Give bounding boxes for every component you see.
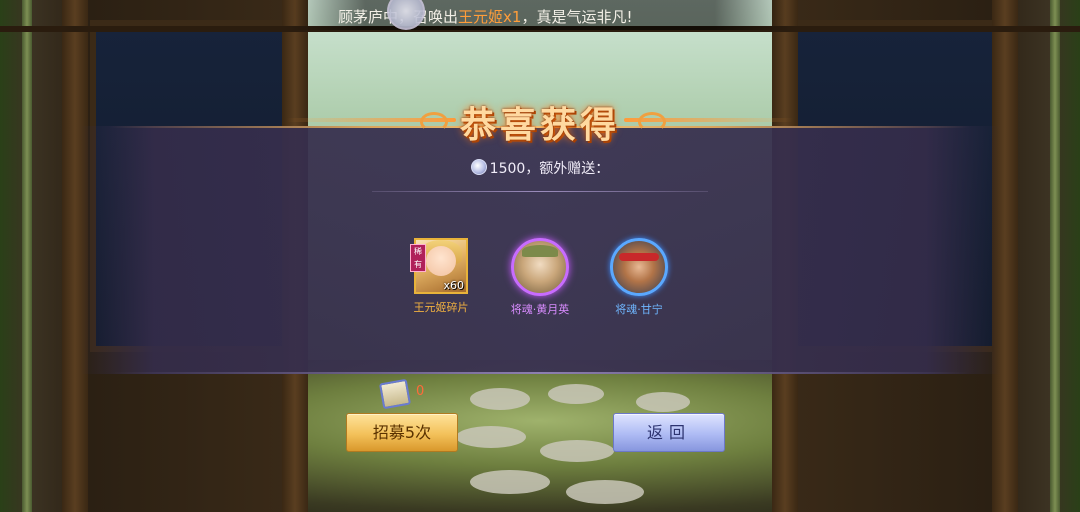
panel-bottom-border [110, 372, 970, 374]
reward-title: 恭喜获得 [459, 105, 620, 146]
divider [372, 191, 708, 192]
reward-summary: 1500，额外赠送： [0, 158, 1080, 178]
portrait-face [426, 246, 456, 276]
hero-fragment-icon: 稀有 x60 [410, 238, 468, 294]
bamboo-pole [22, 0, 32, 512]
back-button[interactable]: 返回 [613, 413, 725, 452]
stepping-stone [636, 392, 690, 412]
stepping-stone [470, 388, 530, 410]
hero-soul-icon [511, 238, 569, 296]
reward-extra-label: ，额外赠送： [525, 161, 610, 177]
reward-item-soul-ganning[interactable]: 将魂·甘宁 [584, 238, 694, 317]
item-quantity: x60 [443, 279, 464, 292]
rare-badge: 稀有 [410, 244, 426, 272]
scroll-count: 0 [416, 384, 425, 399]
recruit-five-button[interactable]: 招募5次 [346, 413, 458, 452]
silver-coin-icon [470, 159, 487, 175]
stepping-stone [470, 470, 550, 494]
announcement-text: 顾茅庐中，召唤出王元姬x1，真是气运非凡! [338, 6, 632, 27]
reward-amount: 1500 [489, 161, 526, 177]
item-name: 将魂·黄月英 [510, 303, 570, 316]
recruit-scroll-icon [378, 378, 412, 410]
stepping-stone [566, 480, 644, 504]
stepping-stone [548, 384, 604, 404]
portrait-headband [619, 253, 659, 261]
bamboo-pole [1050, 0, 1060, 512]
hero-soul-icon [610, 238, 668, 296]
portrait-hat [522, 245, 558, 257]
reward-item-soul-huangyueying[interactable]: 将魂·黄月英 [485, 238, 595, 317]
item-name: 王元姬碎片 [413, 301, 469, 314]
announcement-suffix: ，真是气运非凡! [521, 8, 633, 26]
announcement-highlight: 王元姬x1 [458, 8, 522, 26]
reward-item-fragment[interactable]: 稀有 x60 王元姬碎片 [386, 238, 496, 315]
stepping-stone [540, 440, 614, 462]
item-name: 将魂·甘宁 [615, 303, 663, 316]
stepping-stone [456, 426, 526, 448]
